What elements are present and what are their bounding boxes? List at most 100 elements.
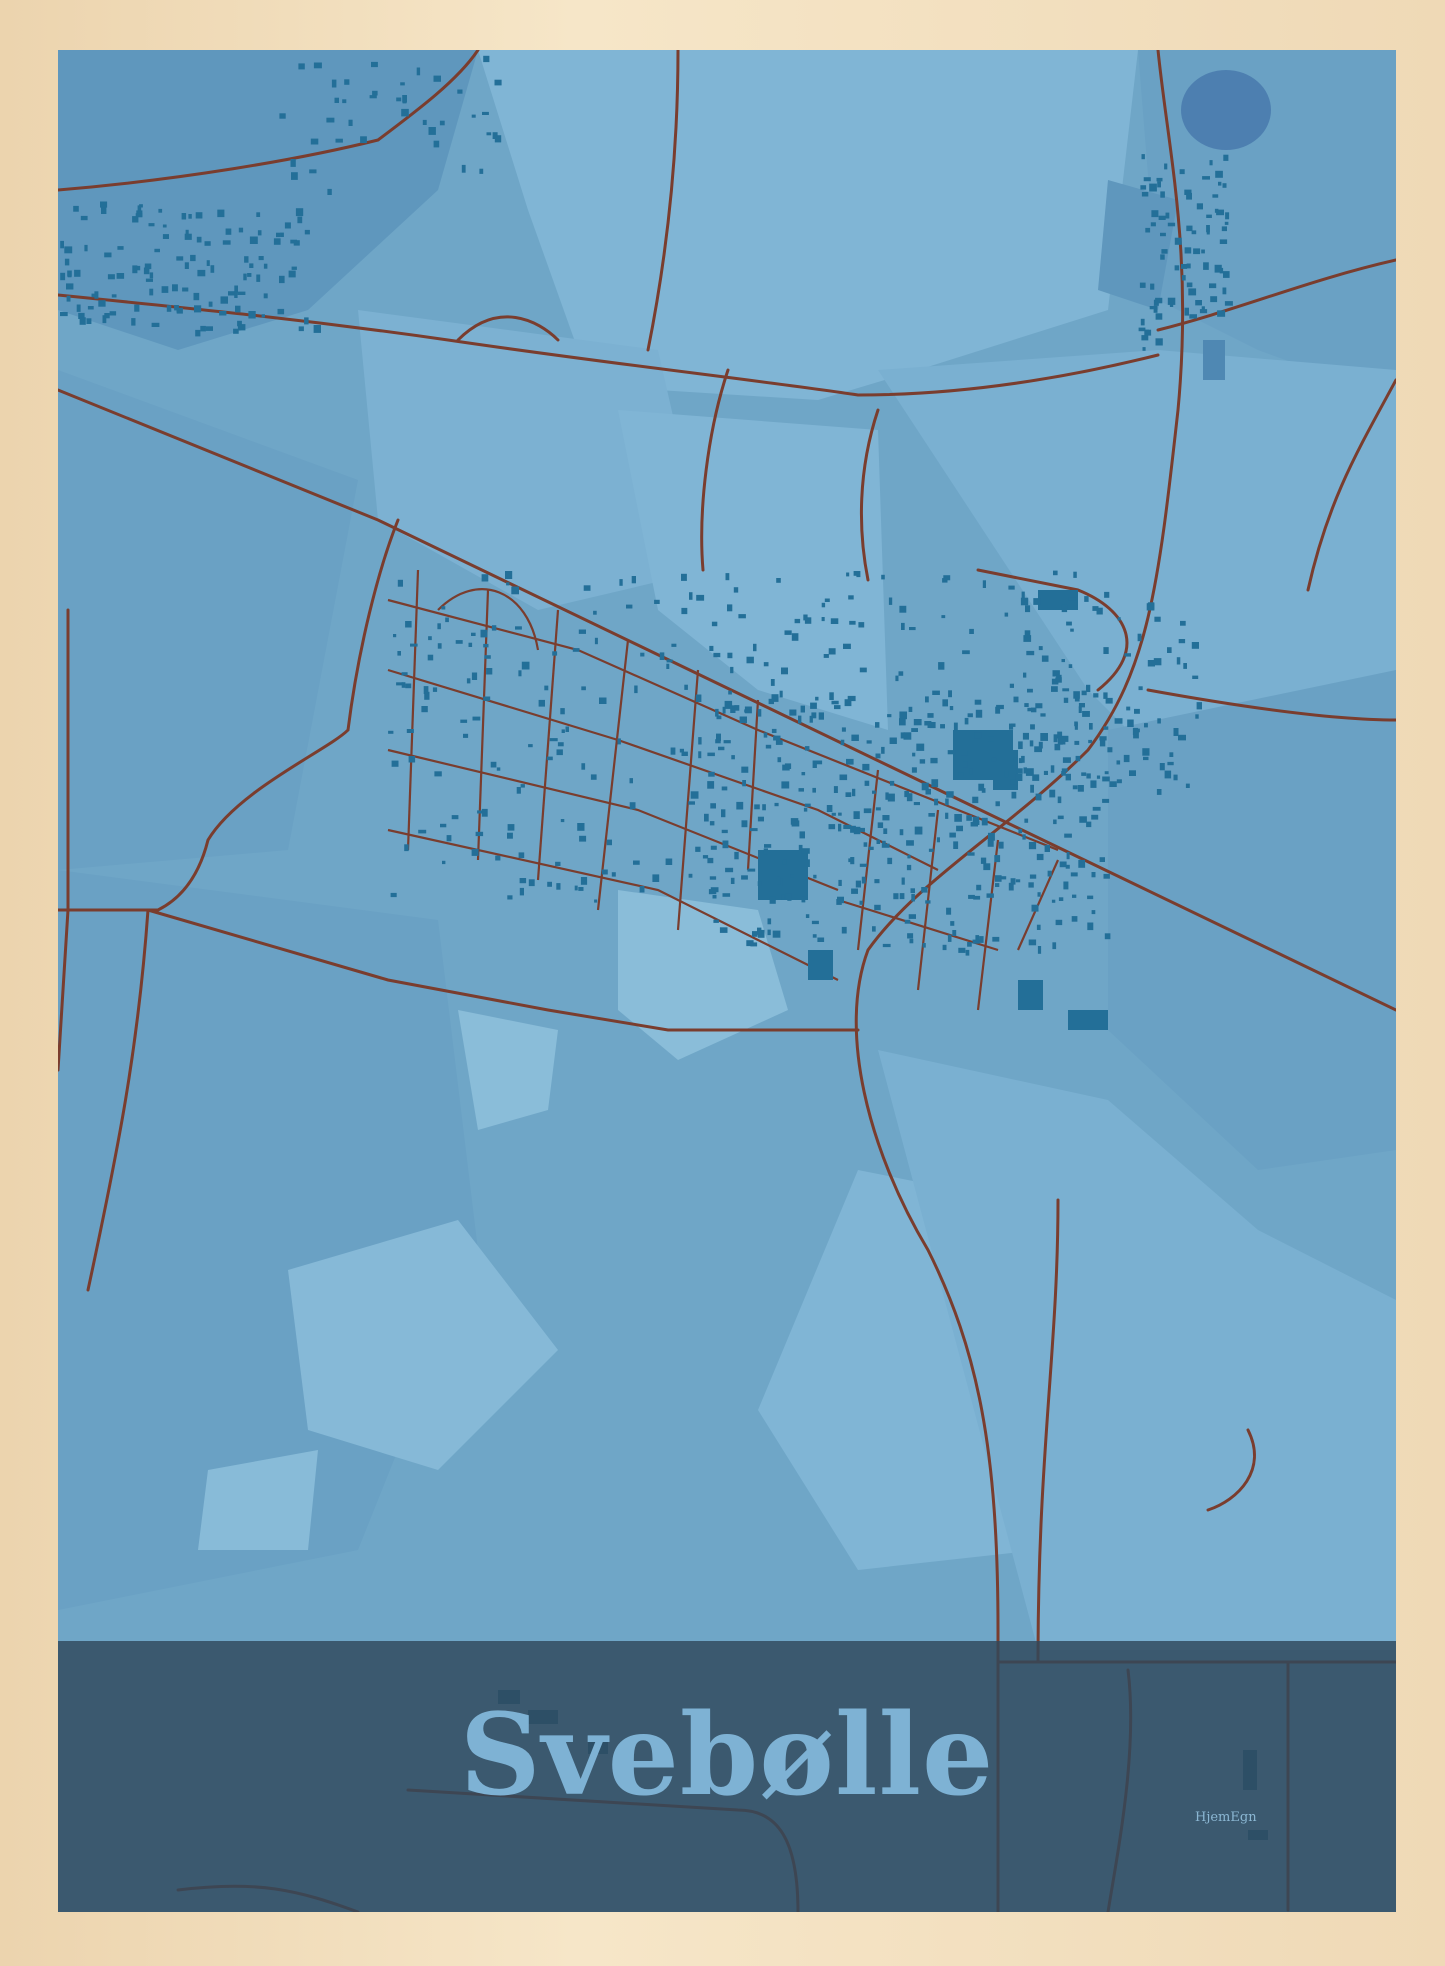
house xyxy=(396,682,403,686)
house xyxy=(428,127,436,135)
house xyxy=(875,807,881,811)
house xyxy=(709,645,714,651)
house xyxy=(451,815,459,820)
house xyxy=(1188,288,1197,296)
house xyxy=(887,793,895,802)
house xyxy=(846,758,854,765)
house xyxy=(263,263,268,269)
house xyxy=(248,311,256,319)
house xyxy=(1104,771,1109,775)
house xyxy=(261,314,265,318)
house xyxy=(919,759,926,764)
house xyxy=(813,874,817,879)
house xyxy=(671,643,677,647)
house xyxy=(519,878,527,884)
house xyxy=(463,733,469,738)
house xyxy=(572,648,580,652)
house xyxy=(1026,650,1035,656)
house xyxy=(143,267,150,275)
house xyxy=(851,888,858,894)
house xyxy=(479,168,484,174)
brand-logo: HjemEgn xyxy=(1195,1810,1257,1825)
house xyxy=(1206,214,1212,218)
house xyxy=(805,914,810,918)
house xyxy=(188,214,192,219)
house xyxy=(1114,718,1123,724)
house xyxy=(1096,775,1101,779)
house xyxy=(194,305,202,313)
house xyxy=(1021,591,1025,599)
house xyxy=(344,79,350,85)
house xyxy=(594,899,598,903)
house xyxy=(132,216,139,223)
house xyxy=(520,784,525,788)
house xyxy=(1068,664,1073,668)
house xyxy=(1010,878,1016,885)
house xyxy=(704,813,709,822)
house xyxy=(298,326,304,332)
house xyxy=(785,893,792,900)
house xyxy=(1147,660,1155,667)
house xyxy=(331,79,337,88)
house xyxy=(581,686,586,691)
house xyxy=(1157,718,1161,724)
house xyxy=(1127,719,1134,727)
house xyxy=(1025,605,1031,613)
house xyxy=(235,305,241,313)
house xyxy=(1165,212,1170,219)
house xyxy=(1224,301,1233,306)
house xyxy=(969,628,974,634)
house xyxy=(76,304,81,312)
house xyxy=(1140,318,1145,326)
house xyxy=(243,273,247,281)
house xyxy=(947,934,952,942)
house xyxy=(741,766,749,773)
house xyxy=(906,864,912,871)
house xyxy=(297,216,303,224)
house xyxy=(1109,781,1117,787)
house xyxy=(872,926,876,932)
house xyxy=(910,888,915,893)
house xyxy=(538,699,545,707)
house xyxy=(1179,169,1185,175)
house xyxy=(222,240,231,245)
house xyxy=(853,811,860,819)
house xyxy=(921,887,928,893)
house xyxy=(581,763,586,770)
house xyxy=(182,287,189,292)
house xyxy=(899,718,906,726)
house xyxy=(834,705,841,710)
house xyxy=(505,571,513,579)
house xyxy=(1193,248,1201,255)
house xyxy=(791,633,799,641)
house xyxy=(217,209,225,218)
house xyxy=(73,205,79,212)
house xyxy=(369,95,377,99)
house xyxy=(725,867,734,873)
house xyxy=(446,835,452,842)
house xyxy=(800,705,805,713)
house xyxy=(1173,728,1179,736)
house xyxy=(556,749,563,756)
house xyxy=(313,62,322,69)
house xyxy=(744,709,752,713)
house xyxy=(829,692,834,700)
house xyxy=(718,746,725,751)
house xyxy=(237,324,246,331)
house xyxy=(781,667,788,675)
house xyxy=(172,284,178,292)
house xyxy=(544,685,549,691)
house xyxy=(1044,845,1050,852)
house xyxy=(874,904,881,911)
house xyxy=(967,852,975,856)
house xyxy=(511,586,519,595)
house xyxy=(1147,602,1155,610)
house xyxy=(1180,620,1186,626)
house xyxy=(1167,647,1172,653)
house xyxy=(709,876,717,880)
house xyxy=(561,729,565,733)
house xyxy=(1037,892,1041,897)
house xyxy=(1103,726,1109,730)
house xyxy=(483,55,490,63)
house xyxy=(887,714,892,718)
